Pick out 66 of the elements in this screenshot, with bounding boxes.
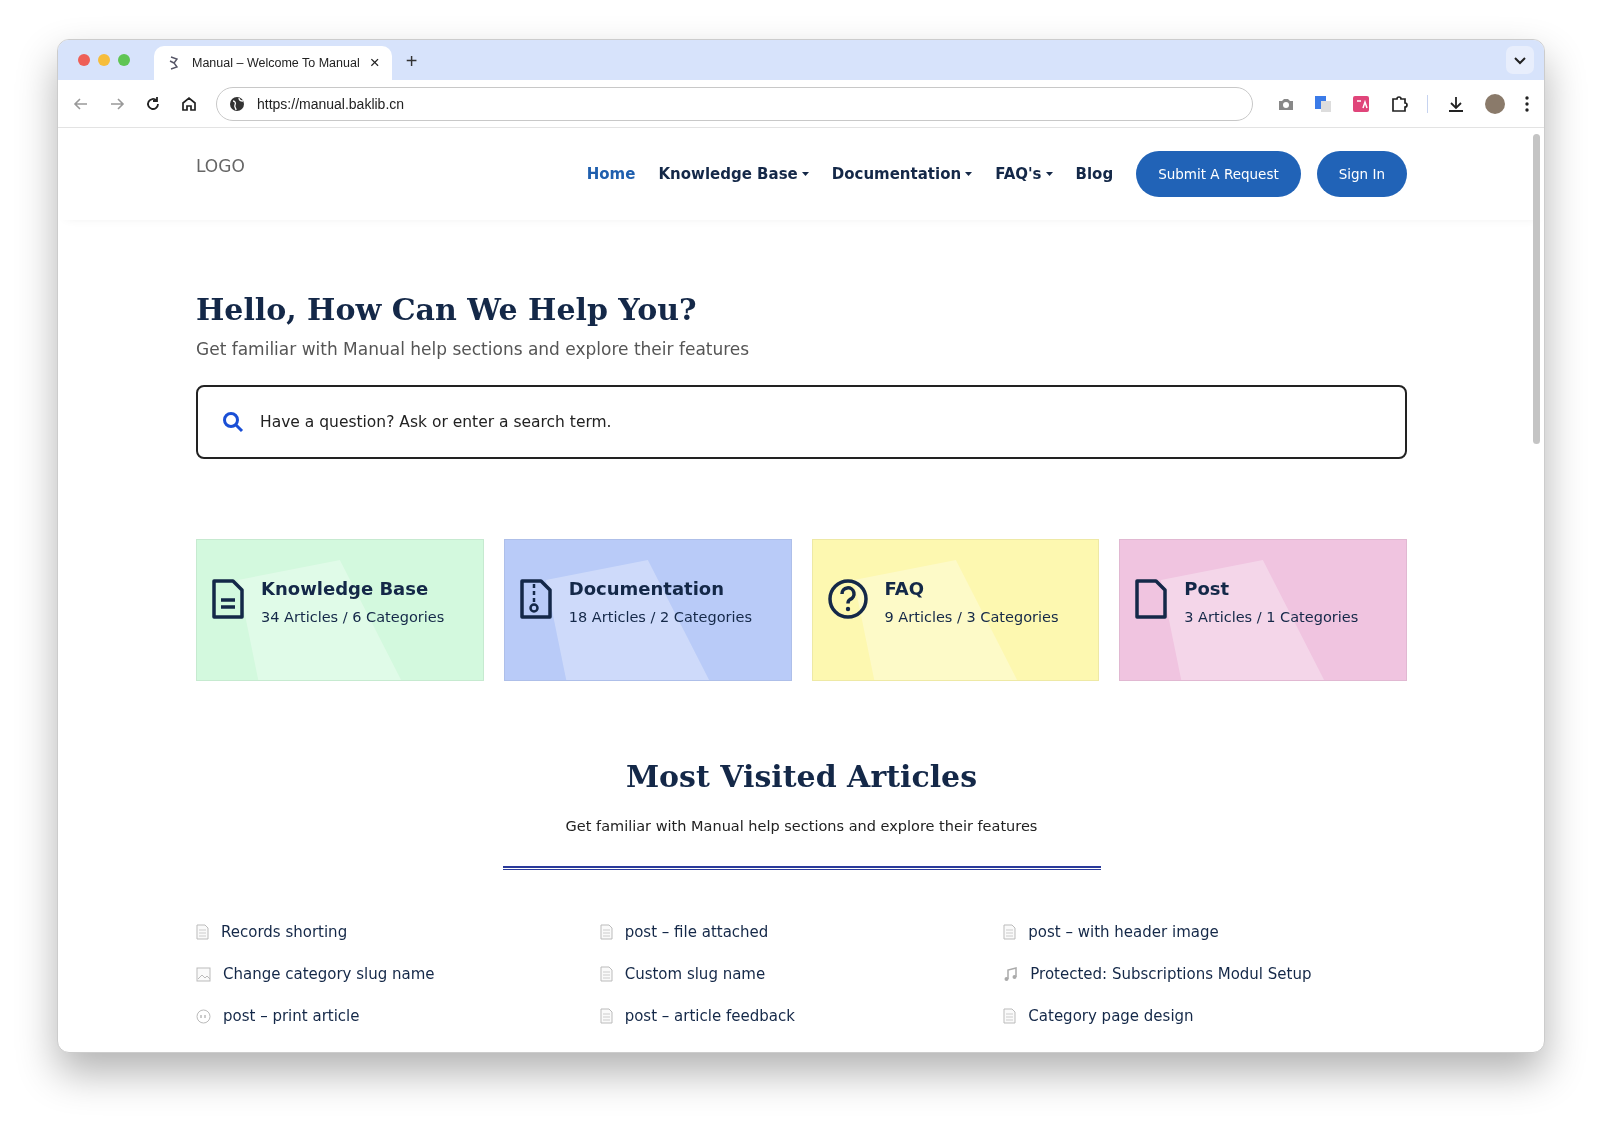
document-icon [599,966,613,982]
card-title: Knowledge Base [261,578,430,599]
card-counts: 34 Articles / 6 Categories [261,609,445,625]
card-counts: 18 Articles / 2 Categories [568,609,752,625]
article-link[interactable]: Records shorting [221,923,348,941]
document-icon [599,1008,613,1024]
sign-in-button[interactable]: Sign In [1316,151,1407,197]
document-icon [599,924,613,940]
url-text: https://manual.baklib.cn [257,95,405,112]
submit-request-button[interactable]: Submit A Request [1136,151,1301,197]
nav-link[interactable]: FAQ's [995,165,1053,183]
card-title: Documentation [568,578,726,599]
language-icon[interactable] [1351,93,1371,114]
browser-tab[interactable]: Manual – Welcome To Manual × [154,46,392,80]
article-link[interactable]: post – print article [223,1007,360,1025]
new-tab-button[interactable]: + [405,50,418,73]
card-title: FAQ [884,578,925,599]
article-link[interactable]: post – file attached [624,923,769,941]
article-link[interactable]: post – article feedback [624,1007,795,1025]
quote-icon [196,1008,211,1024]
category-card[interactable]: Post 3 Articles / 1 Categories [1119,539,1407,681]
hero-title: Hello, How Can We Help You? [196,292,698,327]
nav-link[interactable]: Knowledge Base [658,165,809,183]
section-subtitle: Get familiar with Manual help sections and explore their features [564,818,1039,834]
document-icon [211,578,245,620]
article-link[interactable]: post – with header image [1028,923,1219,941]
nav-link[interactable]: Documentation [831,165,973,183]
globe-icon [229,95,245,112]
article-link[interactable]: Change category slug name [223,965,435,983]
article-link[interactable]: Protected: Subscriptions Modul Setup [1030,965,1312,983]
music-note-icon [1003,966,1019,982]
document-icon [1003,1008,1017,1024]
hero-subtitle: Get familiar with Manual help sections and explore their features [196,339,751,359]
document-icon [196,924,209,940]
more-menu-icon[interactable] [1524,94,1530,113]
article-link[interactable]: Category page design [1028,1007,1194,1025]
question-circle-icon [826,578,869,620]
close-window-icon[interactable] [78,54,90,66]
caret-icon [1045,171,1053,177]
category-card[interactable]: Documentation 18 Articles / 2 Categories [503,539,792,681]
tab-title: Manual – Welcome To Manual [192,56,360,70]
avatar-icon[interactable] [1484,92,1506,115]
caret-icon [801,171,809,177]
caret-icon [965,171,973,177]
card-counts: 9 Articles / 3 Categories [884,609,1059,625]
nav-link[interactable]: Home [586,165,636,183]
category-card[interactable]: FAQ 9 Articles / 3 Categories [811,539,1100,681]
section-title: Most Visited Articles [624,759,979,794]
translate-icon[interactable] [1313,93,1333,114]
nav-link[interactable]: Blog [1075,165,1114,183]
puzzle-piece-icon[interactable] [1389,93,1409,114]
category-card[interactable]: Knowledge Base 34 Articles / 6 Categories [196,539,484,681]
reload-icon[interactable] [144,94,162,113]
close-tab-button[interactable]: × [369,53,380,73]
image-icon [196,966,211,982]
zip-file-icon [518,578,553,620]
card-title: Post [1184,578,1231,599]
chevron-down-icon[interactable] [1506,46,1534,74]
card-counts: 3 Articles / 1 Categories [1184,609,1359,625]
scrollbar[interactable] [1533,134,1540,444]
file-icon [1134,578,1169,620]
site-logo[interactable]: LOGO [196,156,245,176]
article-link[interactable]: Custom slug name [624,965,766,983]
search-field[interactable]: Have a question? Ask or enter a search term. [196,385,1407,459]
home-icon[interactable] [180,94,198,113]
document-icon [1003,924,1017,940]
